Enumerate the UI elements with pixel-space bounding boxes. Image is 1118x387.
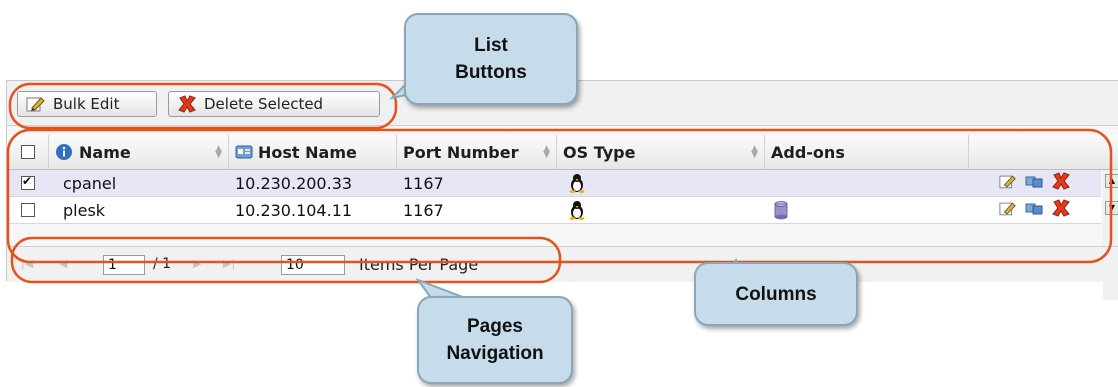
column-add-ons[interactable]: Add-ons (765, 135, 969, 169)
sort-icon[interactable]: ▲ ▼ (751, 145, 758, 160)
delete-icon[interactable] (1051, 199, 1071, 221)
row-checkbox[interactable] (21, 174, 35, 190)
column-os-type[interactable]: OS Type ▲ ▼ (557, 135, 765, 169)
column-port-number-label: Port Number (403, 142, 519, 162)
row-checkbox[interactable] (21, 203, 35, 217)
edit-icon[interactable] (999, 173, 1017, 194)
last-page-icon[interactable]: ▶| (223, 257, 235, 270)
linux-tux-icon (563, 170, 763, 196)
row-actions (993, 170, 1093, 196)
column-host-name[interactable]: Host Name (229, 135, 397, 169)
column-host-name-label: Host Name (258, 142, 357, 162)
callout-text: Navigation (446, 343, 544, 364)
pagination-bar: |◀ ◀ 1 / 1 ▶ ▶| 10 Items Per Page (7, 246, 1118, 282)
callout-text: Pages (467, 316, 523, 337)
list-buttons-callout: List Buttons (404, 13, 578, 105)
total-pages: / 1 (153, 256, 172, 272)
sort-icon[interactable]: ▲ ▼ (543, 145, 550, 160)
prev-page-icon[interactable]: ◀ (59, 257, 67, 270)
column-os-type-label: OS Type (563, 142, 636, 162)
delete-selected-label: Delete Selected (204, 95, 324, 113)
current-page-input[interactable]: 1 (103, 255, 145, 275)
select-all-checkbox[interactable] (21, 145, 35, 159)
bulk-edit-label: Bulk Edit (53, 95, 120, 113)
bulk-edit-button[interactable]: Bulk Edit (17, 91, 157, 117)
row-name: cpanel (63, 173, 117, 193)
column-port-number[interactable]: Port Number ▲ ▼ (397, 135, 557, 169)
callout-text: Columns (735, 283, 817, 305)
select-all-cell[interactable] (7, 135, 49, 169)
row-host-name: 10.230.104.11 (235, 200, 353, 220)
column-name[interactable]: Name ▲ ▼ (49, 135, 229, 169)
table-row[interactable]: plesk 10.230.104.11 1167 (7, 197, 1101, 224)
scroll-down-arrow-icon[interactable]: ▼ (1105, 201, 1118, 215)
first-page-icon[interactable]: |◀ (21, 257, 33, 270)
row-port-number: 1167 (403, 173, 444, 193)
grid-header: Name ▲ ▼ Host Name Port Number ▲ ▼ OS Type… (7, 135, 1118, 170)
delete-icon[interactable] (1051, 172, 1071, 194)
row-actions (993, 197, 1093, 223)
columns-callout: Columns (694, 262, 858, 326)
items-per-page-input[interactable]: 10 (281, 255, 345, 275)
server-list-panel: Bulk Edit Delete Selected Name ▲ ▼ Host … (6, 80, 1118, 300)
database-icon (767, 197, 807, 223)
items-per-page-label: Items Per Page (359, 255, 479, 274)
column-add-ons-label: Add-ons (771, 142, 845, 162)
callout-text: Buttons (455, 62, 527, 83)
row-select-cell[interactable] (7, 197, 49, 223)
row-host-name: 10.230.200.33 (235, 173, 353, 193)
linux-tux-icon (563, 197, 763, 223)
column-actions (969, 135, 1118, 169)
scroll-up-arrow-icon[interactable]: ▲ (1105, 174, 1118, 188)
edit-icon (26, 95, 46, 113)
delete-selected-button[interactable]: Delete Selected (168, 91, 380, 117)
host-icon (235, 144, 253, 160)
row-name: plesk (63, 200, 106, 220)
pages-navigation-callout: Pages Navigation (417, 296, 573, 384)
copy-icon[interactable] (1025, 174, 1043, 193)
info-icon (55, 143, 73, 161)
delete-icon (177, 95, 197, 113)
sort-icon[interactable]: ▲ ▼ (215, 145, 222, 160)
table-row[interactable]: cpanel 10.230.200.33 1167 (7, 170, 1101, 197)
callout-text: List (474, 35, 508, 56)
copy-icon[interactable] (1025, 201, 1043, 220)
edit-icon[interactable] (999, 200, 1017, 221)
row-select-cell[interactable] (7, 170, 49, 196)
next-page-icon[interactable]: ▶ (193, 257, 201, 270)
column-name-label: Name (79, 142, 131, 162)
row-port-number: 1167 (403, 200, 444, 220)
